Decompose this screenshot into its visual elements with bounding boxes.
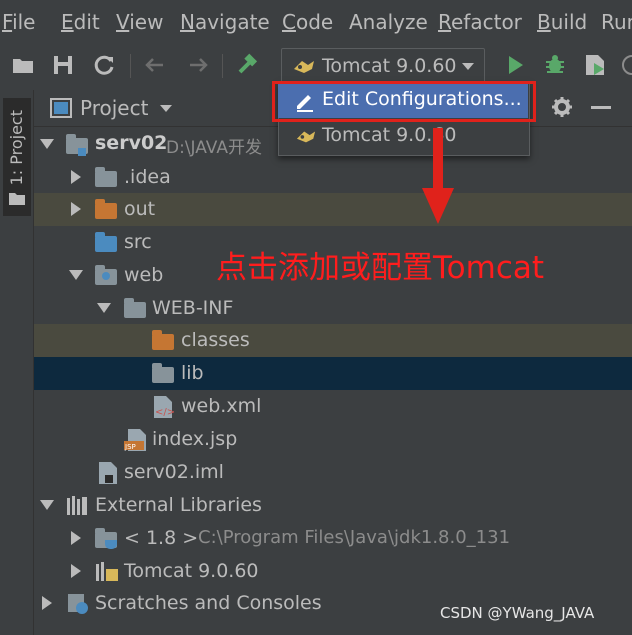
tomcat-icon — [294, 126, 318, 150]
excluded-folder-icon — [152, 330, 174, 350]
coverage-icon[interactable] — [582, 52, 608, 78]
folder-icon — [95, 167, 117, 187]
red-arrow-icon — [422, 128, 456, 230]
folder-icon — [9, 190, 25, 209]
toolbar-separator — [222, 54, 223, 78]
run-configuration-dropdown[interactable]: Tomcat 9.0.60 — [281, 48, 485, 84]
menu-refactor[interactable]: Refactor — [438, 10, 522, 34]
tree-label: web — [124, 264, 164, 286]
menu-file[interactable]: File — [2, 10, 35, 34]
tree-row-classes[interactable]: classes — [34, 324, 632, 357]
menu-edit[interactable]: Edit — [61, 10, 100, 34]
tree-row-webinf[interactable]: WEB-INF — [34, 292, 632, 325]
run-icon[interactable] — [502, 52, 528, 78]
gear-icon[interactable] — [551, 96, 573, 122]
tree-label: classes — [181, 329, 250, 351]
expand-arrow-icon[interactable] — [40, 500, 54, 510]
collapse-arrow-icon[interactable] — [71, 170, 81, 184]
build-hammer-icon[interactable] — [234, 52, 260, 78]
hide-panel-icon[interactable] — [591, 106, 611, 109]
run-configuration-label: Tomcat 9.0.60 — [322, 55, 457, 77]
collapse-arrow-icon[interactable] — [71, 531, 81, 545]
menu-bar: File Edit View Navigate Code Analyze Ref… — [0, 0, 632, 44]
collapse-arrow-icon[interactable] — [71, 564, 81, 578]
sync-icon[interactable] — [91, 52, 117, 78]
tree-path: D:\JAVA开发 — [166, 138, 262, 158]
tree-label: Scratches and Consoles — [95, 592, 322, 614]
tree-label: src — [124, 231, 152, 253]
tree-row-webxml[interactable]: </> web.xml — [34, 390, 632, 423]
svg-text:JSP: JSP — [124, 443, 136, 451]
forward-arrow-icon[interactable] — [185, 52, 211, 78]
web-marker-icon — [102, 272, 110, 280]
tree-row-lib[interactable]: lib — [34, 357, 632, 390]
tree-row-idea[interactable]: .idea — [34, 161, 632, 194]
source-folder-icon — [95, 232, 117, 252]
library-icon — [66, 495, 90, 521]
svg-text:</>: </> — [155, 407, 174, 418]
tree-label: Tomcat 9.0.60 — [124, 560, 259, 582]
tree-path: C:\Program Files\Java\jdk1.8.0_131 — [198, 527, 511, 548]
tree-label: web.xml — [181, 395, 262, 417]
expand-arrow-icon[interactable] — [69, 270, 83, 280]
project-view-selector[interactable]: Project — [80, 96, 148, 120]
folder-icon — [152, 363, 174, 383]
save-icon[interactable] — [50, 52, 76, 78]
tree-label: serv02.iml — [124, 461, 224, 483]
menu-navigate[interactable]: Navigate — [180, 10, 270, 34]
chevron-down-icon — [462, 63, 474, 70]
library-icon — [95, 561, 119, 587]
collapse-arrow-icon[interactable] — [71, 202, 81, 216]
tree-row-indexjsp[interactable]: JSP index.jsp — [34, 423, 632, 456]
tree-row-out[interactable]: out — [34, 193, 632, 226]
menu-code[interactable]: Code — [282, 10, 333, 34]
project-view-icon — [50, 98, 72, 122]
iml-file-icon — [97, 461, 119, 489]
tree-label: External Libraries — [95, 494, 262, 516]
tree-label: < 1.8 > — [124, 527, 199, 549]
menu-analyze[interactable]: Analyze — [349, 10, 428, 34]
tree-row-external-libraries[interactable]: External Libraries — [34, 489, 632, 522]
toolbar-separator — [130, 54, 131, 78]
tree-label: .idea — [124, 166, 171, 188]
expand-arrow-icon[interactable] — [40, 139, 54, 149]
tree-row-iml[interactable]: serv02.iml — [34, 456, 632, 489]
java-cup-icon — [105, 540, 117, 549]
menu-view[interactable]: View — [116, 10, 163, 34]
module-marker-icon — [78, 148, 86, 156]
tree-label: WEB-INF — [152, 297, 234, 319]
tree-row-jdk[interactable]: < 1.8 > C:\Program Files\Java\jdk1.8.0_1… — [34, 522, 632, 555]
expand-arrow-icon[interactable] — [97, 303, 111, 313]
tree-label: out — [124, 198, 156, 220]
xml-file-icon: </> — [152, 395, 175, 423]
excluded-folder-icon — [95, 199, 117, 219]
collapse-arrow-icon[interactable] — [42, 596, 52, 610]
watermark: CSDN @YWang_JAVA — [440, 604, 595, 622]
menu-build[interactable]: Build — [537, 10, 587, 34]
chevron-down-icon[interactable] — [160, 105, 172, 112]
tree-label: index.jsp — [152, 428, 238, 450]
debug-icon[interactable] — [542, 52, 568, 78]
tomcat-icon — [292, 55, 316, 81]
profile-icon[interactable] — [620, 52, 632, 78]
jsp-file-icon: JSP — [124, 428, 148, 456]
menu-run[interactable]: Run — [601, 10, 632, 34]
folder-icon — [124, 298, 146, 318]
open-folder-icon[interactable] — [10, 52, 36, 78]
highlight-box — [272, 81, 536, 122]
tree-row-tomcat-library[interactable]: Tomcat 9.0.60 — [34, 555, 632, 588]
tree-label: serv02 — [95, 132, 168, 154]
back-arrow-icon[interactable] — [142, 52, 168, 78]
annotation-text: 点击添加或配置Tomcat — [216, 250, 545, 286]
project-tab-label: 1: Project — [7, 110, 26, 186]
tree-label: lib — [181, 362, 204, 384]
scratches-icon — [66, 592, 90, 620]
